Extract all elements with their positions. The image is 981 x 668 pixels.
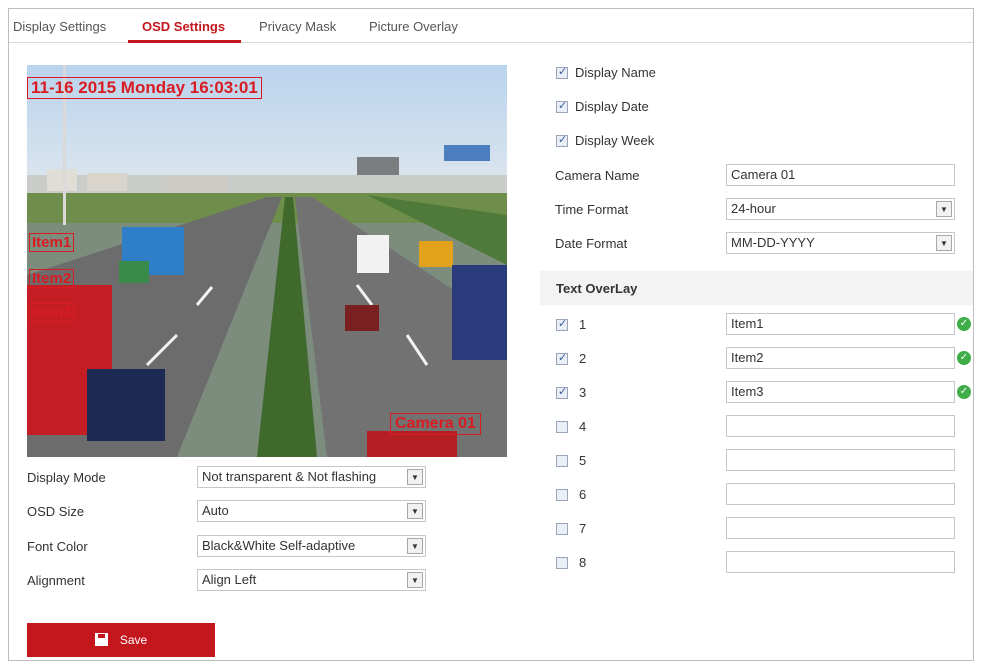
save-disk-icon [94, 633, 108, 646]
overlay-row-7-checkbox[interactable] [556, 523, 568, 535]
overlay-row-4-checkbox[interactable] [556, 421, 568, 433]
chevron-down-icon: ▼ [407, 538, 423, 554]
overlay-row-6-checkbox[interactable] [556, 489, 568, 501]
chevron-down-icon: ▼ [407, 503, 423, 519]
font-color-select[interactable]: Black&White Self-adaptive ▼ [197, 535, 426, 557]
display-date-label: Display Date [575, 99, 649, 114]
overlay-row-5-checkbox[interactable] [556, 455, 568, 467]
check-circle-icon: ✓ [957, 351, 971, 365]
display-week-label: Display Week [575, 133, 655, 148]
date-format-select[interactable]: MM-DD-YYYY ▼ [726, 232, 955, 254]
overlay-row-7-number: 7 [579, 521, 587, 536]
display-name-label: Display Name [575, 65, 656, 80]
time-format-select[interactable]: 24-hour ▼ [726, 198, 955, 220]
tab-bar: Display Settings OSD Settings Privacy Ma… [9, 9, 973, 43]
overlay-row-3-input[interactable]: Item3 [726, 381, 955, 403]
overlay-row-8-checkbox[interactable] [556, 557, 568, 569]
display-date-checkbox[interactable] [556, 99, 568, 113]
overlay-row-8-input[interactable] [726, 551, 955, 573]
tab-privacy-mask[interactable]: Privacy Mask [259, 19, 336, 34]
time-format-value: 24-hour [731, 201, 776, 216]
overlay-row-1-number: 1 [579, 317, 587, 332]
camera-name-label: Camera Name [555, 168, 640, 183]
font-color-value: Black&White Self-adaptive [202, 538, 356, 553]
overlay-row-3-number: 3 [579, 385, 587, 400]
camera-name-input[interactable]: Camera 01 [726, 164, 955, 186]
save-button[interactable]: Save [27, 623, 215, 657]
tab-display-settings[interactable]: Display Settings [13, 19, 106, 34]
osd-size-select[interactable]: Auto ▼ [197, 500, 426, 522]
chevron-down-icon: ▼ [407, 572, 423, 588]
osd-size-label: OSD Size [27, 504, 85, 519]
osd-item1-overlay: Item1 [29, 233, 75, 252]
alignment-value: Align Left [202, 572, 257, 587]
alignment-label: Alignment [27, 573, 85, 588]
overlay-row-1-checkbox[interactable] [556, 317, 568, 331]
osd-settings-panel: Display Settings OSD Settings Privacy Ma… [8, 8, 974, 661]
chevron-down-icon: ▼ [407, 469, 423, 485]
osd-date-overlay: 11-16 2015 Monday 16:03:01 [27, 77, 262, 99]
overlay-row-6-input[interactable] [726, 483, 955, 505]
overlay-row-2-checkbox[interactable] [556, 351, 568, 365]
text-overlay-header: Text OverLay [540, 271, 973, 305]
overlay-row-1-input[interactable]: Item1 [726, 313, 955, 335]
overlay-row-2-input[interactable]: Item2 [726, 347, 955, 369]
date-format-value: MM-DD-YYYY [731, 235, 815, 250]
overlay-row-5-number: 5 [579, 453, 587, 468]
overlay-row-7-input[interactable] [726, 517, 955, 539]
display-name-checkbox[interactable] [556, 65, 568, 79]
overlay-row-8-number: 8 [579, 555, 587, 570]
chevron-down-icon: ▼ [936, 235, 952, 251]
live-video-preview[interactable]: 11-16 2015 Monday 16:03:01 Item1 Item2 I… [27, 65, 507, 457]
date-format-label: Date Format [555, 236, 628, 251]
overlay-row-5-input[interactable] [726, 449, 955, 471]
chevron-down-icon: ▼ [936, 201, 952, 217]
display-week-checkbox[interactable] [556, 133, 568, 147]
text-overlay-title: Text OverLay [556, 281, 638, 296]
check-circle-icon: ✓ [957, 385, 971, 399]
display-mode-value: Not transparent & Not flashing [202, 469, 377, 484]
time-format-label: Time Format [555, 202, 629, 217]
overlay-row-4-input[interactable] [726, 415, 955, 437]
active-tab-indicator [128, 40, 241, 43]
save-label: Save [119, 633, 148, 647]
display-mode-select[interactable]: Not transparent & Not flashing ▼ [197, 466, 426, 488]
font-color-label: Font Color [27, 539, 88, 554]
overlay-row-4-number: 4 [579, 419, 587, 434]
tab-picture-overlay[interactable]: Picture Overlay [369, 19, 458, 34]
overlay-row-3-checkbox[interactable] [556, 385, 568, 399]
osd-item2-overlay: Item2 [29, 269, 75, 288]
display-mode-label: Display Mode [27, 470, 106, 485]
road-scene-image [27, 65, 507, 457]
check-circle-icon: ✓ [957, 317, 971, 331]
overlay-row-2-number: 2 [579, 351, 587, 366]
overlay-row-6-number: 6 [579, 487, 587, 502]
tab-osd-settings[interactable]: OSD Settings [142, 19, 225, 34]
osd-size-value: Auto [202, 503, 229, 518]
osd-item3-overlay: Item3 [29, 303, 75, 322]
alignment-select[interactable]: Align Left ▼ [197, 569, 426, 591]
osd-camera-name-overlay: Camera 01 [390, 413, 481, 435]
